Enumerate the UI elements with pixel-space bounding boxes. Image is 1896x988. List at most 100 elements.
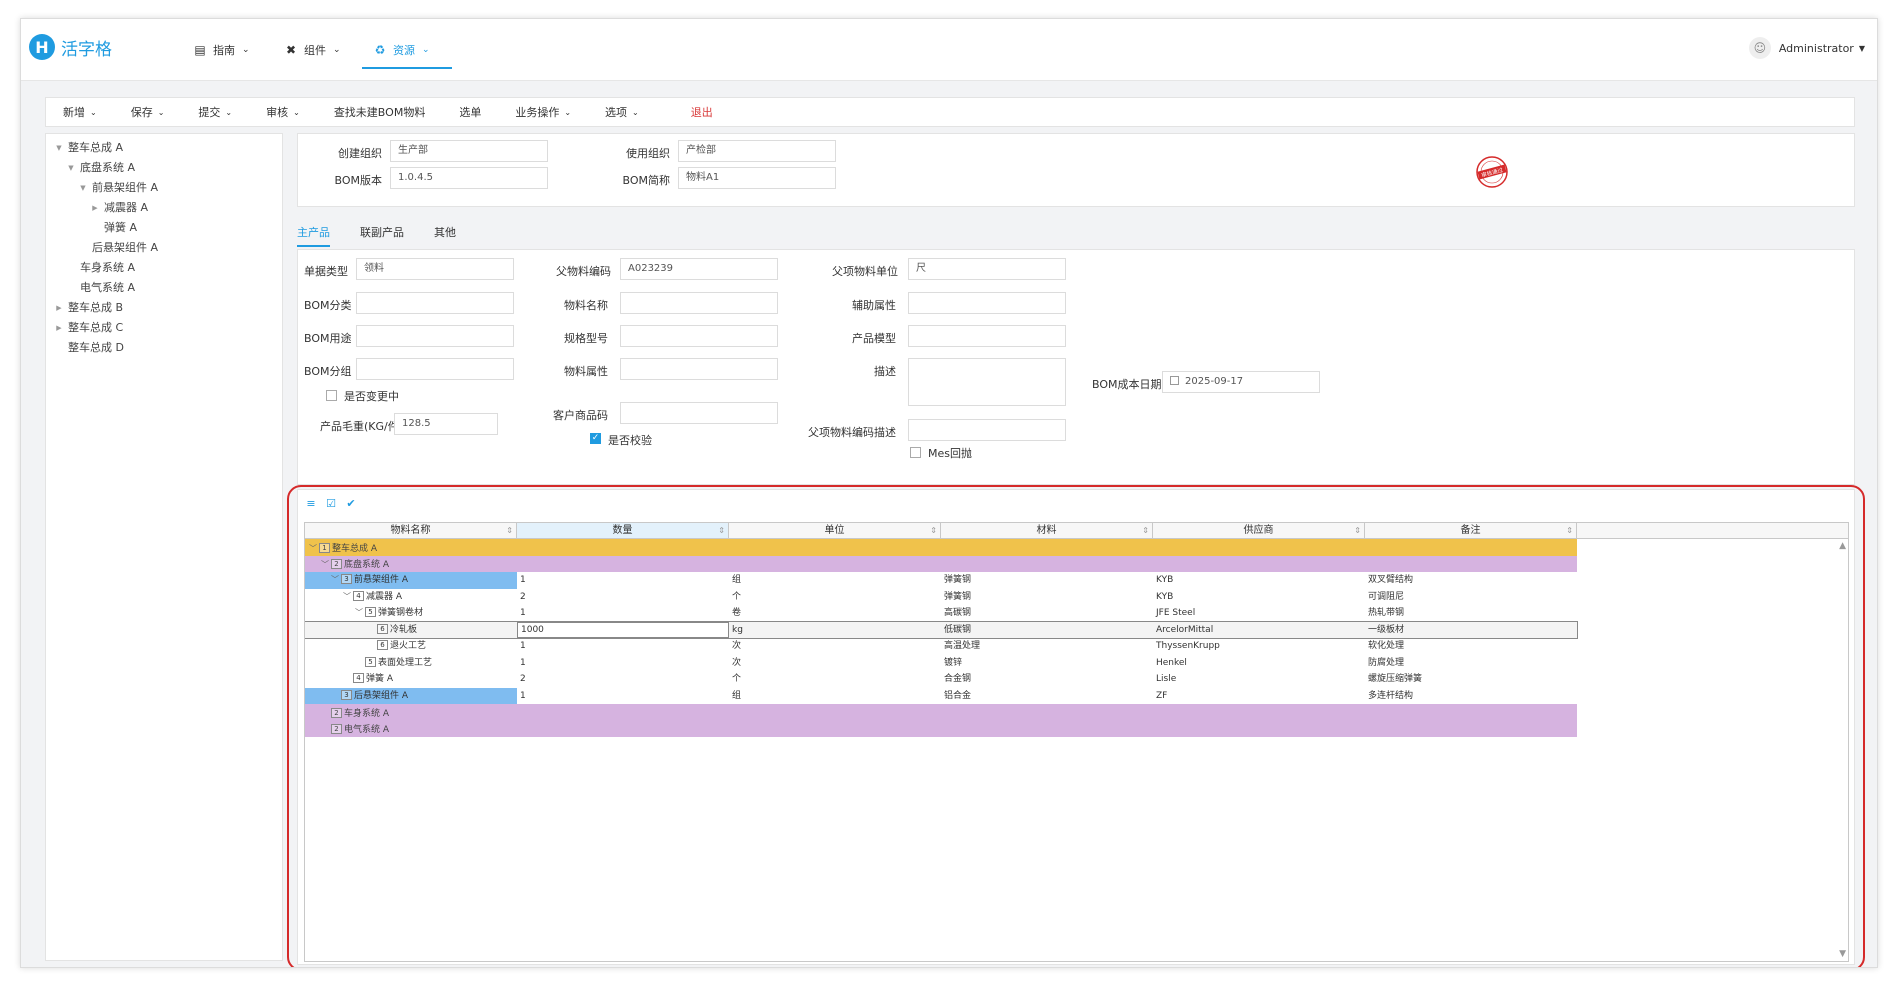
bom-short-field[interactable]: 物料A1 — [678, 167, 836, 189]
caret-down-icon[interactable]: ▼ — [66, 158, 76, 178]
customer-code-field[interactable] — [620, 402, 778, 424]
mes-checkbox[interactable] — [910, 447, 921, 458]
gross-weight-field[interactable]: 128.5 — [394, 413, 498, 435]
nav-components[interactable]: ✖ 组件 ⌄ — [284, 39, 341, 61]
expand-toggle-icon[interactable]: ﹀ — [307, 543, 319, 554]
grid-cell-supplier[interactable]: KYB — [1153, 589, 1365, 606]
spec-field[interactable] — [620, 325, 778, 347]
product-model-field[interactable] — [908, 325, 1066, 347]
grid-cell-note[interactable]: 可调阻尼 — [1365, 589, 1577, 606]
use-org-field[interactable]: 产检部 — [678, 140, 836, 162]
grid-cell-qty[interactable]: 1000 — [517, 621, 729, 638]
sort-icon[interactable]: ⇕ — [718, 523, 725, 538]
scroll-up-icon[interactable]: ▲ — [1839, 541, 1846, 551]
user-menu[interactable]: ☺ Administrator ▼ — [1748, 37, 1865, 59]
caret-down-icon[interactable]: ▼ — [78, 178, 88, 198]
save-button[interactable]: 保存 ⌄ — [114, 98, 182, 126]
tree-node[interactable]: ▼ 底盘系统 A — [46, 158, 282, 178]
table-row[interactable]: ﹀ 3 前悬架组件 A 1 组弹簧钢 KYB 双叉臂结构 — [305, 572, 1577, 589]
grid-cell-material[interactable]: 弹簧钢 — [941, 589, 1153, 606]
grid-cell-unit[interactable]: 次 — [729, 655, 941, 672]
grid-cell-qty[interactable]: 1 — [517, 688, 729, 705]
sort-icon[interactable]: ⇕ — [1354, 523, 1361, 538]
verify-checkbox[interactable]: ✓ — [590, 433, 601, 444]
scroll-down-icon[interactable]: ▼ — [1839, 949, 1846, 959]
changing-checkbox[interactable] — [326, 390, 337, 401]
grid-cell-material[interactable]: 高碳钢 — [941, 605, 1153, 622]
grid-cell-material[interactable]: 高温处理 — [941, 638, 1153, 655]
parent-code-field[interactable]: A023239 — [620, 258, 778, 280]
grid-cell-note[interactable]: 一级板材 — [1365, 622, 1577, 639]
grid-cell-material[interactable]: 弹簧钢 — [941, 572, 1153, 589]
grid-cell-note[interactable]: 热轧带钢 — [1365, 605, 1577, 622]
column-header[interactable]: 物料名称 ⇕ — [305, 523, 517, 538]
check-circle-icon[interactable]: ✔ — [344, 496, 358, 510]
grid-cell-material[interactable]: 合金钢 — [941, 671, 1153, 688]
grid-cell-material[interactable]: 镀锌 — [941, 655, 1153, 672]
sort-icon[interactable]: ⇕ — [930, 523, 937, 538]
tab-co-product[interactable]: 联副产品 — [360, 223, 404, 247]
expand-toggle-icon[interactable]: ﹀ — [329, 572, 341, 588]
grid-cell-supplier[interactable]: Lisle — [1153, 671, 1365, 688]
tree-node[interactable]: ▶ 减震器 A — [46, 198, 282, 218]
grid-cell-note[interactable]: 多连杆结构 — [1365, 688, 1577, 705]
caret-right-icon[interactable]: ▶ — [54, 318, 64, 338]
grid-cell-note[interactable]: 防腐处理 — [1365, 655, 1577, 672]
tree-node[interactable]: ▼ 前悬架组件 A — [46, 178, 282, 198]
grid-cell-supplier[interactable]: JFE Steel — [1153, 605, 1365, 622]
caret-right-icon[interactable]: ▶ — [90, 198, 100, 218]
table-row[interactable]: ﹀ 2 底盘系统 A — [305, 555, 1577, 572]
expand-tree-icon[interactable]: ≡ — [304, 496, 318, 510]
table-row[interactable]: ﹀ 5 弹簧钢卷材 1 卷高碳钢 JFE Steel 热轧带钢 — [305, 605, 1577, 622]
bom-version-field[interactable]: 1.0.4.5 — [390, 167, 548, 189]
grid-cell-unit[interactable]: 个 — [729, 589, 941, 606]
column-header[interactable]: 材料 ⇕ — [941, 523, 1153, 538]
tree-node[interactable]: ▼ 整车总成 A — [46, 138, 282, 158]
grid-cell-unit[interactable]: 组 — [729, 572, 941, 589]
tree-node[interactable]: 后悬架组件 A — [46, 238, 282, 258]
tree-node[interactable]: ▶ 整车总成 B — [46, 298, 282, 318]
table-row[interactable]: 6 冷轧板 1000 kg 低碳钢 ArcelorMittal 一级板材 — [305, 620, 1578, 639]
audit-button[interactable]: 审核 ⌄ — [249, 98, 317, 126]
bom-category-field[interactable] — [356, 292, 514, 314]
table-row[interactable]: 2 车身系统 A — [305, 704, 1577, 721]
lock-icon[interactable]: ☑ — [324, 496, 338, 510]
bom-usage-field[interactable] — [356, 325, 514, 347]
material-attr-field[interactable] — [620, 358, 778, 380]
sort-icon[interactable]: ⇕ — [1566, 523, 1573, 538]
table-row[interactable]: ﹀ 4 减震器 A 2 个弹簧钢 KYB 可调阻尼 — [305, 589, 1577, 606]
grid-cell-material[interactable]: 铝合金 — [941, 688, 1153, 705]
tree-node[interactable]: 弹簧 A — [46, 218, 282, 238]
grid-cell-qty[interactable]: 1 — [517, 605, 729, 622]
grid-cell-unit[interactable]: kg — [729, 622, 941, 639]
grid-cell-unit[interactable]: 次 — [729, 638, 941, 655]
options-button[interactable]: 选项 ⌄ — [588, 98, 656, 126]
caret-down-icon[interactable]: ▼ — [54, 138, 64, 158]
caret-right-icon[interactable]: ▶ — [54, 298, 64, 318]
grid-cell-supplier[interactable]: ZF — [1153, 688, 1365, 705]
tree-node[interactable]: 电气系统 A — [46, 278, 282, 298]
table-row[interactable]: 2 电气系统 A — [305, 720, 1577, 737]
app-logo[interactable]: H 活字格 — [29, 34, 112, 60]
grid-cell-note[interactable]: 双叉臂结构 — [1365, 572, 1577, 589]
exit-button[interactable]: 退出 — [674, 98, 730, 126]
table-row[interactable]: 4 弹簧 A 2 个合金钢 Lisle 螺旋压缩弹簧 — [305, 671, 1577, 688]
grid-cell-material[interactable]: 低碳钢 — [941, 622, 1153, 639]
table-row[interactable]: 5 表面处理工艺 1 次镀锌 Henkel 防腐处理 — [305, 655, 1577, 672]
expand-toggle-icon[interactable]: ﹀ — [353, 605, 365, 621]
sort-icon[interactable]: ⇕ — [506, 523, 513, 538]
doc-type-field[interactable]: 领料 — [356, 258, 514, 280]
parent-code-desc-field[interactable] — [908, 419, 1066, 441]
nav-resources[interactable]: ♻ 资源 ⌄ — [373, 39, 430, 61]
tab-main-product[interactable]: 主产品 — [297, 223, 330, 247]
grid-cell-unit[interactable]: 个 — [729, 671, 941, 688]
table-row[interactable]: 6 退火工艺 1 次高温处理 ThyssenKrupp 软化处理 — [305, 638, 1577, 655]
select-doc-button[interactable]: 选单 — [442, 98, 498, 126]
grid-cell-qty[interactable]: 1 — [517, 655, 729, 672]
tree-node[interactable]: 整车总成 D — [46, 338, 282, 358]
expand-toggle-icon[interactable]: ﹀ — [341, 589, 353, 605]
column-header[interactable]: 供应商 ⇕ — [1153, 523, 1365, 538]
grid-cell-supplier[interactable]: ThyssenKrupp — [1153, 638, 1365, 655]
column-header[interactable]: 备注 ⇕ — [1365, 523, 1577, 538]
column-header[interactable]: 数量 ⇕ — [517, 523, 729, 538]
